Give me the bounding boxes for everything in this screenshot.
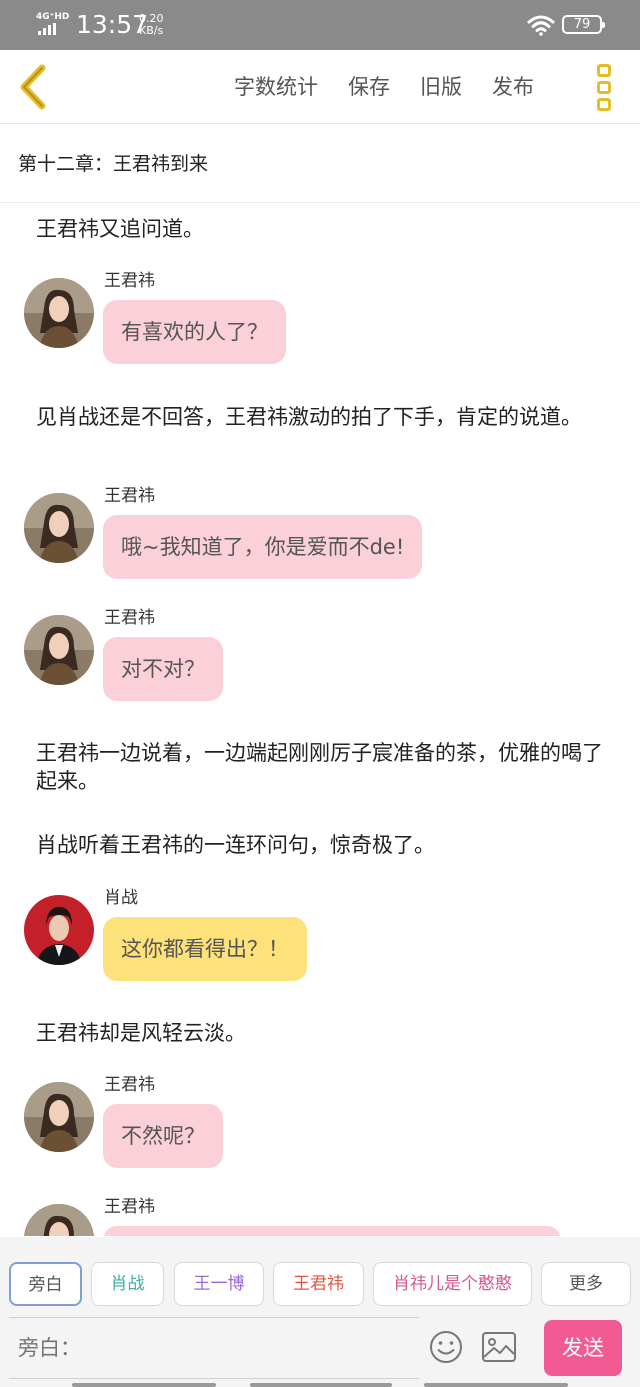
send-button[interactable]: 发送 (544, 1320, 622, 1376)
message-bubble[interactable]: 不然呢？ (103, 1104, 223, 1168)
speaker-name: 肖战 (104, 888, 138, 908)
character-chip-wang-junyi[interactable]: 王君祎 (273, 1262, 364, 1306)
avatar (24, 493, 94, 563)
avatar (24, 1082, 94, 1152)
toolbar-actions: 字数统计 保存 旧版 发布 (234, 72, 564, 102)
word-count-button[interactable]: 字数统计 (234, 72, 318, 102)
character-chip-wang-yibo[interactable]: 王一博 (174, 1262, 264, 1306)
publish-button[interactable]: 发布 (492, 72, 534, 102)
back-icon[interactable] (14, 62, 54, 112)
character-selector: 旁白 肖战 王一博 王君祎 肖祎儿是个憨憨 更多 (0, 1237, 640, 1313)
speaker-name: 王君祎 (104, 1197, 155, 1217)
save-button[interactable]: 保存 (348, 72, 390, 102)
story-content[interactable]: 王君祎又追问道。 王君祎 有喜欢的人了？ 见肖战还是不回答，王君祎激动的拍了下手… (0, 203, 640, 1236)
message-bubble[interactable]: 有喜欢的人了？ (103, 300, 286, 364)
speaker-name: 王君祎 (104, 608, 155, 628)
gesture-bar (72, 1383, 216, 1387)
clock: 13:57 (76, 10, 149, 39)
speaker-name: 王君祎 (104, 271, 155, 291)
editor-toolbar: 字数统计 保存 旧版 发布 (0, 50, 640, 124)
character-chip-narrator[interactable]: 旁白 (9, 1262, 82, 1306)
avatar (24, 1204, 94, 1236)
battery-icon: 79 (562, 15, 605, 34)
narration-text: 肖战听着王君祎的一连环问句，惊奇极了。 (36, 833, 435, 857)
network-type: 4G⁺HD (36, 12, 70, 22)
speed-unit: KB/s (139, 24, 164, 37)
chapter-title[interactable]: 第十二章：王君祎到来 (18, 151, 208, 177)
input-bar: 发送 (0, 1313, 640, 1387)
avatar (24, 895, 94, 965)
narration-text: 王君祎又追问道。 (36, 217, 204, 241)
message-bubble[interactable]: 对不对？ (103, 637, 223, 701)
narration-text: 王君祎一边说着，一边端起刚刚厉子宸准备的茶，优雅的喝了起来。 (36, 741, 603, 793)
avatar (24, 615, 94, 685)
smiley-icon[interactable] (428, 1329, 464, 1365)
narration-text: 见肖战还是不回答，王君祎激动的拍了下手，肯定的说道。 (36, 405, 582, 429)
status-bar: 4G⁺HD 13:57 0.20 KB/s 79 (0, 0, 640, 50)
message-bubble[interactable]: 这你都看得出？！ (103, 917, 307, 981)
character-chip-custom[interactable]: 肖祎儿是个憨憨 (373, 1262, 532, 1306)
more-characters-button[interactable]: 更多 (541, 1262, 631, 1306)
message-input[interactable] (9, 1317, 419, 1379)
gesture-bar (424, 1383, 568, 1387)
message-bubble[interactable]: 哦~我知道了，你是爱而不de! (103, 515, 423, 579)
speaker-name: 王君祎 (104, 1075, 155, 1095)
image-icon[interactable] (481, 1331, 517, 1363)
menu-icon[interactable] (596, 62, 614, 112)
speaker-name: 王君祎 (104, 486, 155, 506)
narration-text: 王君祎却是风轻云淡。 (36, 1021, 246, 1045)
old-version-button[interactable]: 旧版 (420, 72, 462, 102)
network-speed: 0.20 KB/s (139, 13, 164, 37)
character-chip-xiao-zhan[interactable]: 肖战 (91, 1262, 164, 1306)
wifi-icon (527, 15, 555, 36)
avatar (24, 278, 94, 348)
gesture-bar (250, 1383, 392, 1387)
chapter-header: 第十二章：王君祎到来 (0, 125, 640, 203)
message-bubble[interactable] (103, 1226, 561, 1236)
